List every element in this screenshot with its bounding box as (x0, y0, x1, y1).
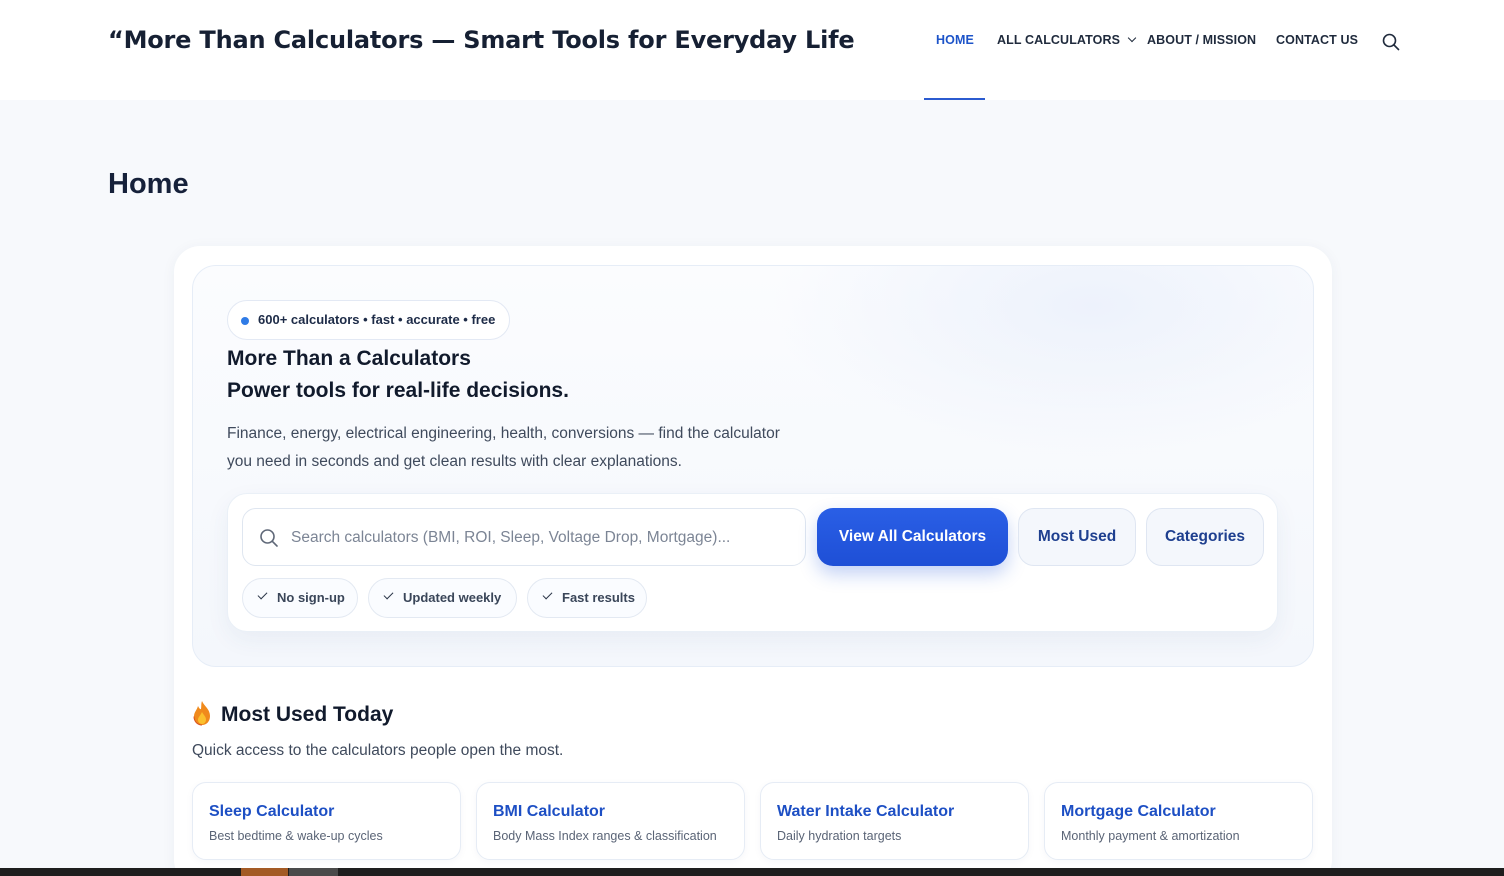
feature-chip-no-signup: No sign-up (242, 578, 358, 618)
chevron-down-icon (1127, 33, 1137, 43)
nav-about-mission[interactable]: ABOUT / MISSION (1147, 33, 1256, 47)
most-used-button[interactable]: Most Used (1018, 508, 1136, 566)
nav-contact-us[interactable]: CONTACT US (1276, 33, 1358, 47)
check-icon (383, 589, 394, 600)
hero-heading: More Than a Calculators Power tools for … (227, 343, 569, 407)
categories-button[interactable]: Categories (1146, 508, 1264, 566)
feature-chip-updated-weekly: Updated weekly (368, 578, 517, 618)
calculator-card[interactable]: Mortgage Calculator Monthly payment & am… (1044, 782, 1313, 860)
search-box[interactable] (242, 508, 806, 566)
feature-chip-label: No sign-up (277, 590, 345, 605)
taskbar-app-icon[interactable] (289, 868, 338, 876)
calculator-card-title: Sleep Calculator (209, 803, 335, 820)
status-dot-icon (241, 317, 249, 325)
taskbar-app-icon[interactable] (241, 868, 288, 876)
feature-chip-label: Updated weekly (403, 590, 502, 605)
check-icon (257, 589, 268, 600)
calculator-card-description: Best bedtime & wake-up cycles (209, 829, 383, 843)
calculator-card-description: Daily hydration targets (777, 829, 902, 843)
calculator-card[interactable]: BMI Calculator Body Mass Index ranges & … (476, 782, 745, 860)
calculator-card-title: Mortgage Calculator (1061, 803, 1216, 820)
nav-active-indicator (924, 98, 985, 100)
calculator-card[interactable]: Sleep Calculator Best bedtime & wake-up … (192, 782, 461, 860)
calculator-card-title: Water Intake Calculator (777, 803, 955, 820)
page-title: Home (108, 168, 189, 200)
search-icon[interactable] (1382, 33, 1400, 51)
hero-heading-line1: More Than a Calculators (227, 347, 471, 370)
search-icon (260, 529, 278, 547)
search-input[interactable] (291, 521, 791, 555)
nav-all-calculators-label: ALL CALCULATORS (997, 33, 1121, 47)
calculator-card-description: Body Mass Index ranges & classification (493, 829, 717, 843)
nav-all-calculators[interactable]: ALL CALCULATORS (997, 33, 1137, 47)
feature-chip-fast-results: Fast results (527, 578, 647, 618)
hero-badge-text: 600+ calculators • fast • accurate • fre… (258, 312, 496, 327)
most-used-subtitle: Quick access to the calculators people o… (192, 742, 564, 759)
calculator-card-description: Monthly payment & amortization (1061, 829, 1240, 843)
hero-description: Finance, energy, electrical engineering,… (227, 425, 780, 470)
taskbar-strip (0, 868, 1504, 876)
most-used-title: Most Used Today (221, 703, 394, 726)
flame-icon (193, 701, 210, 726)
main-nav: HOME ALL CALCULATORS ABOUT / MISSION CON… (0, 33, 1504, 53)
nav-home[interactable]: HOME (936, 33, 974, 47)
check-icon (542, 589, 553, 600)
view-all-calculators-button[interactable]: View All Calculators (817, 508, 1008, 566)
hero-badge: 600+ calculators • fast • accurate • fre… (227, 300, 511, 340)
feature-chip-label: Fast results (562, 590, 635, 605)
calculator-card[interactable]: Water Intake Calculator Daily hydration … (760, 782, 1029, 860)
hero-heading-line2: Power tools for real-life decisions. (227, 379, 569, 402)
calculator-card-title: BMI Calculator (493, 803, 606, 820)
most-used-heading: Most Used Today (192, 700, 393, 727)
